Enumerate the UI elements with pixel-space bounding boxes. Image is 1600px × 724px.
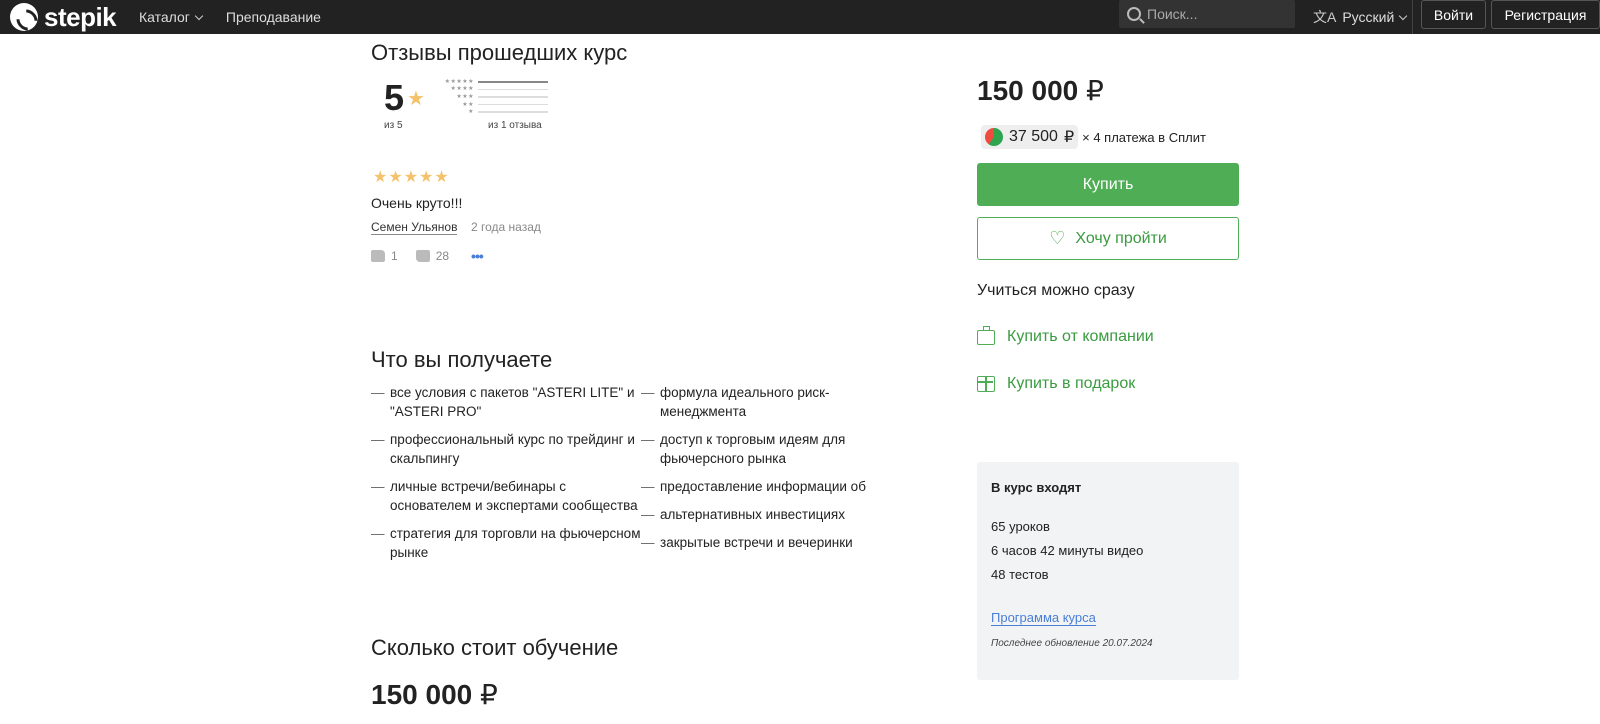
distribution-row-4: ★★★★ — [436, 86, 548, 94]
chevron-down-icon — [1399, 11, 1408, 20]
split-payment[interactable]: 37 500 ₽ × 4 платежа в Сплит — [981, 125, 1206, 149]
review-author-link[interactable]: Семен Ульянов — [371, 220, 458, 235]
pricing-title: Сколько стоит обучение — [371, 635, 619, 660]
distribution-stars: ★★★★ — [450, 86, 474, 93]
distribution-stars: ★★ — [462, 101, 474, 108]
gift-icon — [977, 376, 995, 392]
benefits-column-left: — все условия с пакетов "ASTERI LITE" и "… — [371, 383, 641, 571]
list-item: — формула идеального риск-менеджмента — [641, 385, 830, 419]
benefits-title: Что вы получаете — [371, 347, 553, 372]
nav-teaching[interactable]: Преподавание — [226, 9, 321, 25]
distribution-stars: ★★★ — [456, 93, 474, 100]
rating-scale: из 5 — [384, 120, 403, 131]
buy-from-company-link[interactable]: Купить от компании — [977, 325, 1154, 346]
buy-button[interactable]: Купить — [977, 163, 1239, 206]
price-value: 150 000 — [371, 679, 473, 710]
currency-symbol: ₽ — [1063, 129, 1075, 146]
language-selector[interactable]: 文A Русский — [1313, 0, 1408, 34]
buy-gift-label: Купить в подарок — [1007, 375, 1136, 392]
course-includes-panel: В курс входят 65 уроков 6 часов 42 минут… — [977, 462, 1239, 680]
register-button[interactable]: Регистрация — [1491, 0, 1600, 29]
dislikes-count: 28 — [435, 249, 450, 263]
currency-symbol: ₽ — [480, 679, 498, 710]
briefcase-icon — [977, 325, 995, 345]
buy-company-label: Купить от компании — [1007, 328, 1154, 345]
stepik-logo[interactable]: stepik — [10, 0, 117, 34]
list-item: — профессиональный курс по трейдинг и ска… — [371, 432, 635, 466]
last-updated: Последнее обновление 20.07.2024 — [991, 638, 1153, 649]
language-label: Русский — [1342, 9, 1395, 25]
star-icon: ★ — [407, 88, 425, 110]
price-value: 150 000 — [977, 75, 1079, 106]
review-stars: ★★★★★ — [373, 169, 450, 186]
review-text: Очень круто!!! — [371, 195, 463, 211]
review-date: 2 года назад — [471, 220, 541, 234]
more-options-icon[interactable]: ••• — [471, 248, 484, 264]
distribution-bar — [478, 103, 548, 106]
top-navbar: stepik Каталог Преподавание 文A Русский В… — [0, 0, 1600, 34]
list-item: — альтернативных инвестициях — [641, 507, 845, 522]
rating-distribution: ★★★★★ ★★★★ ★★★ ★★ ★ — [436, 78, 548, 116]
nav-catalog-label: Каталог — [139, 9, 190, 25]
reviews-title: Отзывы прошедших курс — [371, 40, 628, 65]
sidebar-price: 150 000 ₽ — [977, 74, 1104, 107]
distribution-stars: ★★★★★ — [444, 78, 474, 85]
translate-icon: 文A — [1313, 9, 1337, 25]
list-item: — закрытые встречи и вечеринки — [641, 535, 853, 550]
distribution-row-3: ★★★ — [436, 93, 548, 101]
reviews-count: из 1 отзыва — [488, 120, 542, 131]
tests-count: 48 тестов — [991, 567, 1049, 582]
search-icon — [1127, 7, 1141, 21]
nav-catalog[interactable]: Каталог — [139, 9, 204, 25]
distribution-row-2: ★★ — [436, 101, 548, 109]
list-item: — предоставление информации об — [641, 479, 866, 494]
search-box — [1119, 0, 1295, 28]
includes-title: В курс входят — [991, 480, 1082, 495]
header-divider — [1412, 0, 1413, 34]
thumbs-down-icon[interactable] — [415, 250, 430, 262]
nav-teaching-label: Преподавание — [225, 9, 321, 25]
lessons-count: 65 уроков — [991, 519, 1050, 534]
learn-now-text: Учиться можно сразу — [977, 282, 1135, 299]
course-price: 150 000 ₽ — [371, 678, 498, 711]
benefits-column-right: — формула идеального риск-менеджмента — до… — [641, 383, 911, 571]
distribution-bar — [478, 96, 548, 98]
distribution-stars: ★ — [468, 109, 474, 116]
buy-as-gift-link[interactable]: Купить в подарок — [977, 375, 1135, 393]
stepik-logo-icon — [10, 3, 38, 31]
distribution-bar — [478, 88, 548, 91]
video-duration: 6 часов 42 минуты видео — [991, 543, 1144, 558]
distribution-row-1: ★ — [436, 108, 548, 116]
likes-count: 1 — [391, 249, 398, 263]
average-rating: 5 — [384, 77, 405, 118]
logo-text: stepik — [44, 1, 117, 32]
thumbs-up-icon[interactable] — [371, 250, 385, 262]
list-item: — стратегия для торговли на фьючерсном ры… — [371, 526, 641, 560]
search-input[interactable] — [1147, 6, 1287, 22]
login-button[interactable]: Войти — [1421, 0, 1486, 29]
main-nav: Каталог Преподавание — [139, 0, 345, 34]
review-actions: 1 28 ••• — [371, 248, 484, 264]
wishlist-label: Хочу пройти — [1075, 229, 1167, 247]
list-item: — доступ к торговым идеям для фьючерсного… — [641, 432, 846, 466]
split-logo-icon — [985, 128, 1003, 146]
wishlist-button[interactable]: ♡ Хочу пройти — [977, 217, 1239, 260]
list-item: — все условия с пакетов "ASTERI LITE" и "… — [371, 385, 635, 419]
distribution-row-5: ★★★★★ — [436, 78, 548, 86]
distribution-bar — [478, 111, 548, 113]
course-program-link[interactable]: Программа курса — [991, 610, 1096, 626]
split-amount: 37 500 — [1009, 128, 1058, 145]
split-text: × 4 платежа в Сплит — [1082, 129, 1206, 145]
chevron-down-icon — [194, 11, 204, 20]
distribution-bar — [478, 81, 548, 83]
split-badge: 37 500 ₽ — [981, 125, 1079, 149]
list-item: — личные встречи/вебинары с основателем и… — [371, 479, 638, 513]
benefits-list: — все условия с пакетов "ASTERI LITE" и "… — [371, 383, 911, 571]
currency-symbol: ₽ — [1086, 75, 1104, 106]
heart-icon: ♡ — [1049, 228, 1066, 248]
